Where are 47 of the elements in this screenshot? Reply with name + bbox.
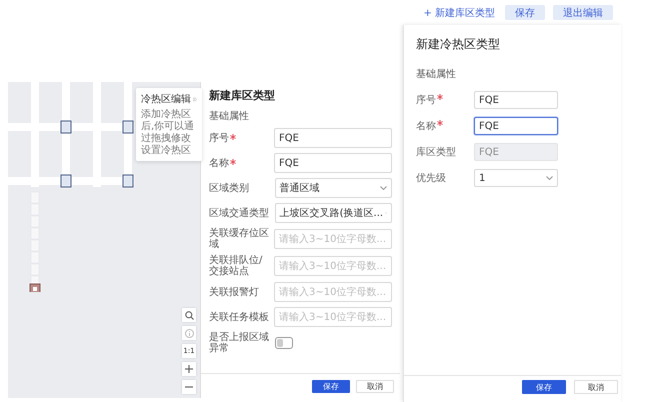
field-label: 名称 — [209, 158, 229, 168]
text-field[interactable]: 请输入3~10位字母数... — [274, 256, 392, 276]
zoom-in-button[interactable] — [182, 362, 196, 376]
select-field[interactable]: 1 — [474, 169, 558, 187]
plus-icon — [185, 365, 193, 373]
field-label: 序号 — [209, 132, 229, 144]
field-label: 优先级 — [416, 172, 446, 185]
save-button[interactable]: 保存 — [312, 380, 350, 392]
cancel-button[interactable]: 取消 — [574, 380, 618, 394]
save-button[interactable]: 保存 — [505, 5, 545, 20]
tooltip-title: 冷热区编辑 — [141, 92, 191, 106]
field-label: 名称 — [416, 120, 436, 133]
text-field[interactable]: FQE — [274, 128, 392, 148]
text-field[interactable]: 请输入3~10位字母数... — [274, 229, 392, 249]
select-field[interactable]: 上坡区交叉路(换道区... — [274, 203, 392, 223]
text-field[interactable]: 请输入3~10位字母数... — [274, 282, 392, 302]
panel-title: 新建冷热区类型 — [416, 36, 501, 53]
new-zone-type-button[interactable]: + 新建库区类型 — [421, 6, 497, 20]
text-field[interactable]: 请输入3~10位字母数... — [274, 307, 392, 327]
section-title: 基础属性 — [209, 110, 250, 123]
search-button[interactable] — [182, 308, 196, 322]
search-icon — [184, 310, 194, 320]
minus-icon — [185, 386, 193, 388]
field-label: 关联排队位/交接站点 — [209, 255, 264, 277]
caret-icon — [380, 186, 387, 190]
field-label: 关联缓存位区域 — [209, 228, 270, 250]
toggle-switch[interactable] — [275, 337, 293, 349]
select-field[interactable]: 普通区域 — [274, 178, 392, 198]
info-icon — [184, 328, 194, 338]
exit-edit-button[interactable]: 退出编辑 — [553, 5, 613, 20]
save-button[interactable]: 保存 — [522, 380, 566, 394]
field-label: 区域交通类型 — [209, 208, 269, 218]
section-title: 基础属性 — [416, 68, 457, 81]
text-field[interactable]: FQE — [274, 153, 392, 173]
field-label: 关联报警灯 — [209, 286, 259, 298]
field-label: 区域类别 — [209, 182, 249, 194]
tooltip-text: 添加冷热区后,你可以通过拖拽修改设置冷热区 — [141, 109, 196, 157]
text-field[interactable]: FQE — [474, 91, 558, 109]
zoom-out-button[interactable] — [182, 380, 196, 394]
field-label: 是否上报区域异常 — [209, 332, 270, 354]
cancel-button[interactable]: 取消 — [356, 380, 394, 392]
caret-icon — [546, 176, 553, 180]
field-label: 关联任务模板 — [209, 312, 269, 322]
field-label: 库区类型 — [416, 146, 456, 159]
text-field[interactable]: FQE — [474, 117, 558, 135]
field-label: 序号 — [416, 94, 436, 107]
panel-title: 新建库区类型 — [209, 88, 276, 103]
